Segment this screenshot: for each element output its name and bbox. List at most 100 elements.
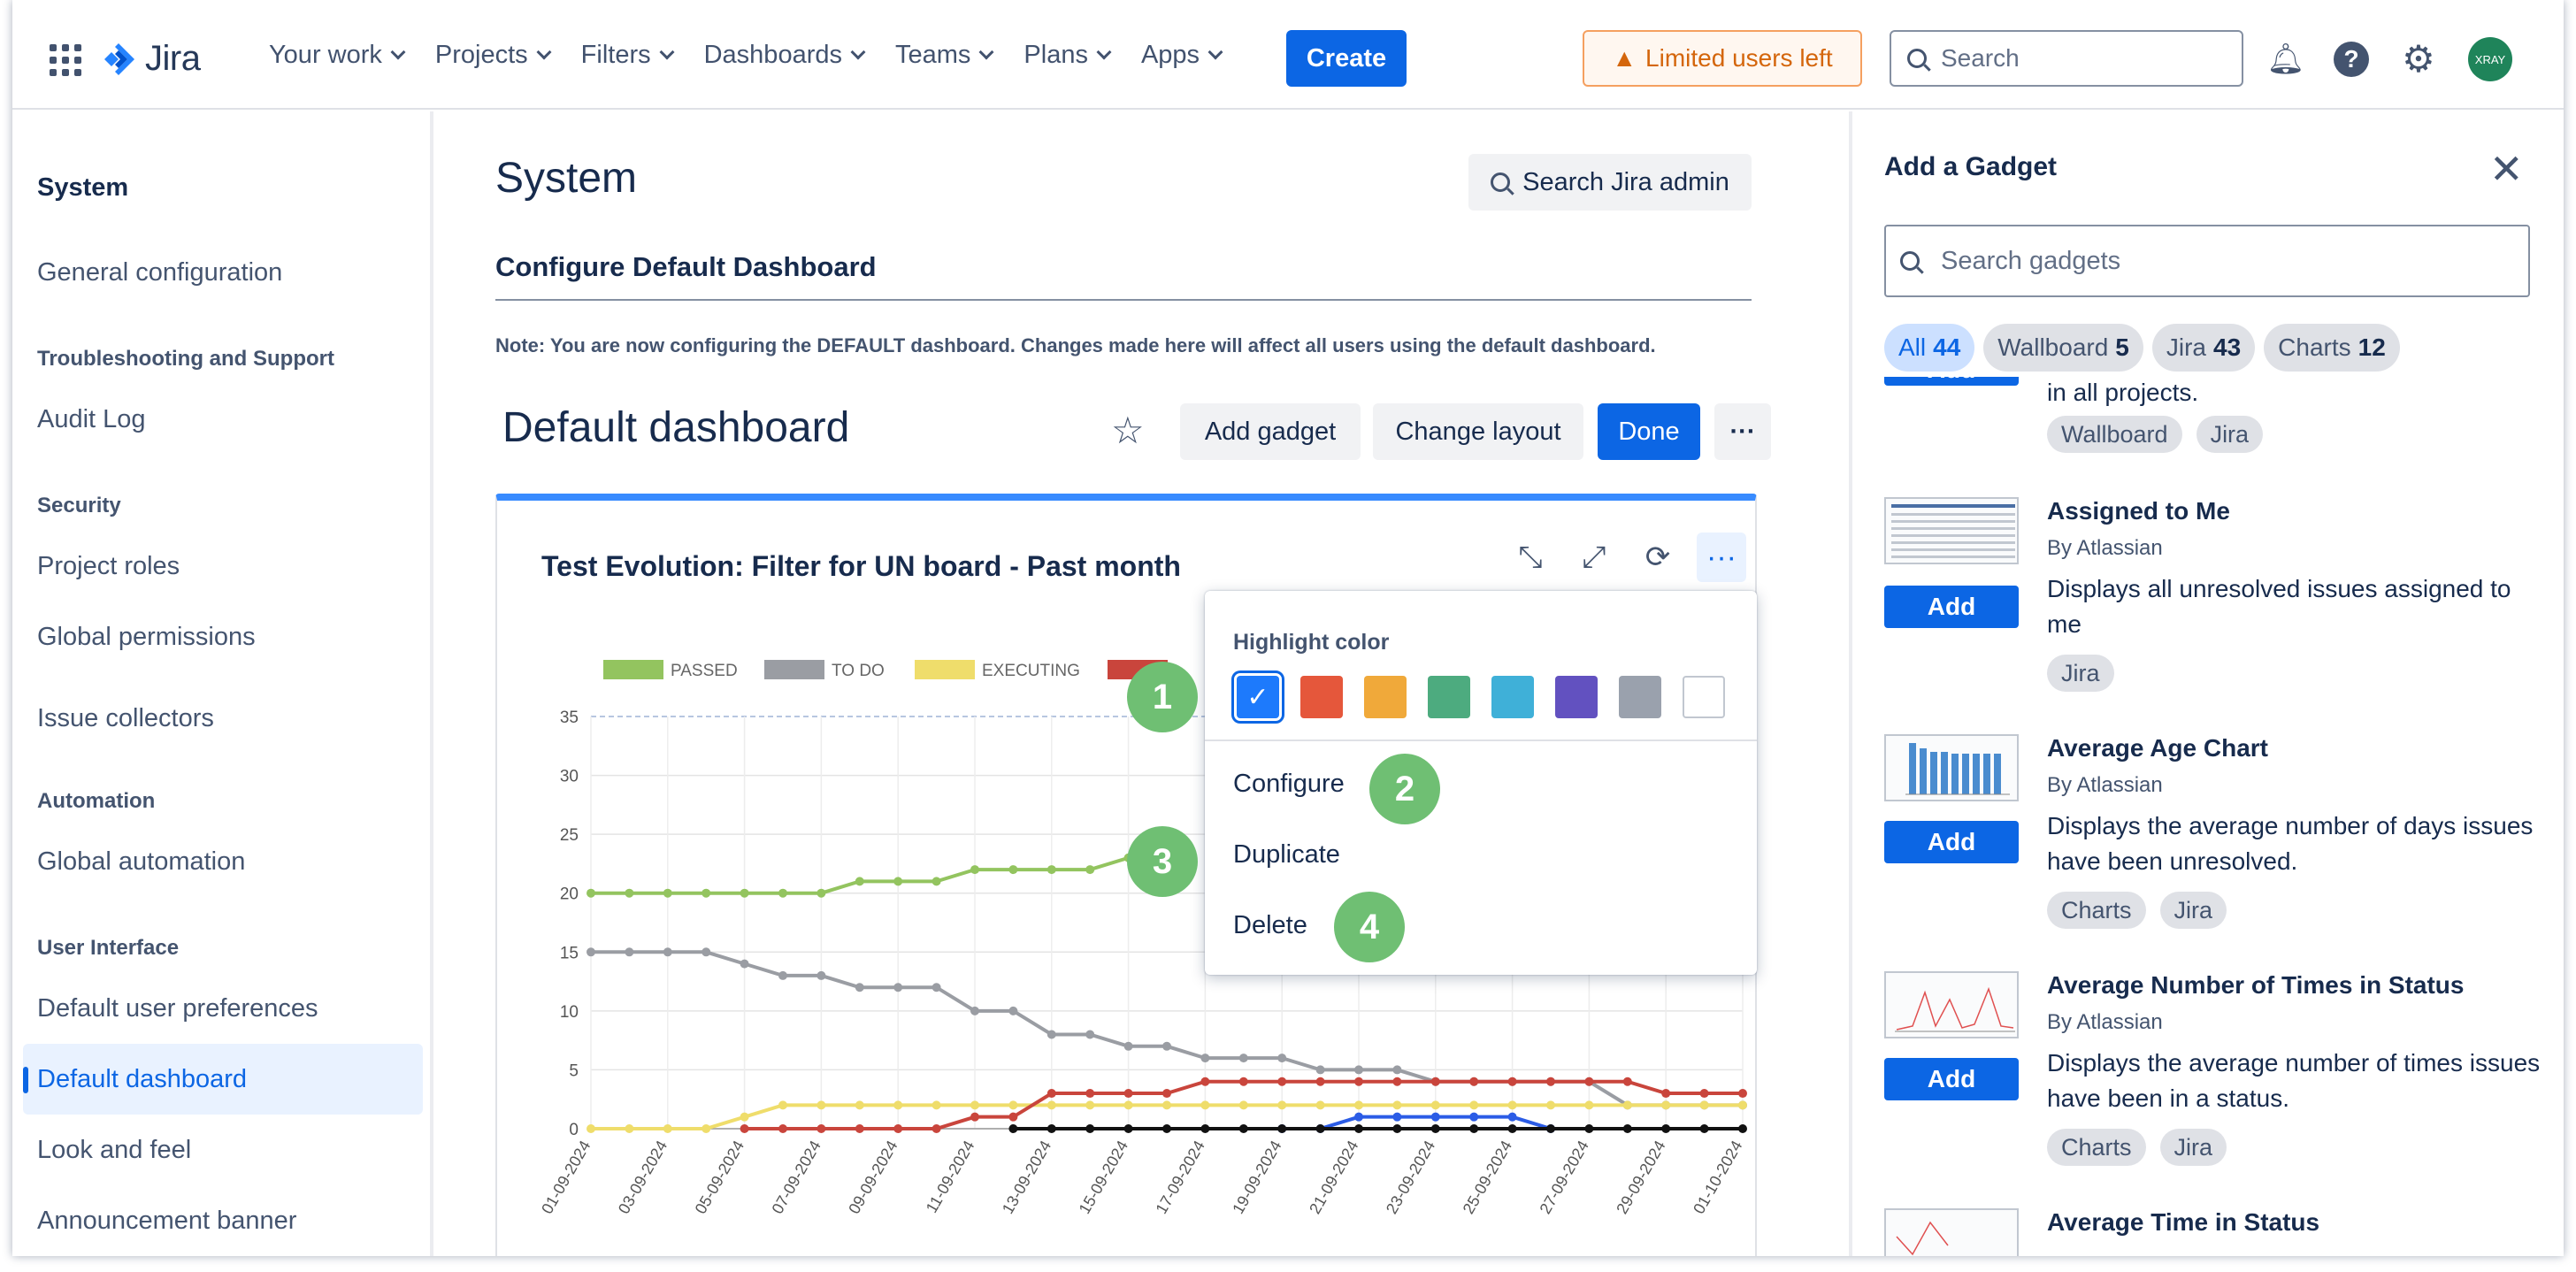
x-tick-label: 29-09-2024 [1613, 1138, 1668, 1217]
notifications-icon[interactable]: 🔔︎ [2266, 40, 2304, 79]
nav-dashboards[interactable]: Dashboards [692, 35, 876, 75]
data-point [663, 1124, 672, 1133]
star-icon[interactable]: ☆ [1111, 409, 1145, 452]
color-swatch[interactable] [1555, 676, 1598, 718]
change-layout-button[interactable]: Change layout [1373, 403, 1583, 460]
settings-gear-icon[interactable]: ⚙ [2399, 40, 2438, 79]
search-jira-admin-button[interactable]: Search Jira admin [1468, 154, 1752, 211]
line-chart-preview-image [1895, 986, 2015, 1032]
gadget-options-menu: Highlight color ✓ Configure Duplicate De… [1205, 591, 1757, 975]
gadget-description: Displays the average number of times iss… [2047, 1049, 2541, 1112]
add-button[interactable]: Add [1884, 1058, 2019, 1100]
data-point [663, 888, 672, 898]
data-point [932, 1124, 941, 1133]
data-point [855, 1124, 864, 1133]
gadget-thumbnail [1884, 1208, 2019, 1256]
color-swatch[interactable] [1364, 676, 1407, 718]
data-point [1277, 1077, 1287, 1086]
nav-apps[interactable]: Apps [1129, 35, 1233, 75]
data-point [1315, 1124, 1325, 1133]
y-tick-label: 30 [560, 768, 579, 786]
y-tick-label: 15 [560, 944, 579, 962]
sidebar-title: System [37, 173, 129, 202]
data-point [1238, 1124, 1248, 1133]
done-button[interactable]: Done [1598, 403, 1700, 460]
legend-label: EXECUTING [982, 662, 1080, 680]
nav-plans[interactable]: Plans [1011, 35, 1122, 75]
gadget-author: By Atlassian [2047, 536, 2163, 560]
sidebar-item-general-configuration[interactable]: General configuration [23, 237, 423, 308]
data-point [1661, 1100, 1671, 1110]
data-point [778, 1124, 787, 1133]
data-point [893, 983, 903, 992]
tab-all[interactable]: All 44 [1884, 324, 1975, 372]
help-icon[interactable]: ? [2334, 42, 2369, 77]
data-point [816, 970, 826, 980]
tab-wallboard[interactable]: Wallboard 5 [1983, 324, 2143, 372]
sidebar-heading-security: Security [37, 494, 121, 517]
close-icon[interactable]: ✕ [2489, 145, 2524, 193]
legend-label: TO DO [832, 662, 885, 680]
color-swatch[interactable] [1491, 676, 1534, 718]
data-point [1507, 1124, 1517, 1133]
data-point [740, 888, 749, 898]
gadget-description: Displays the average number of days issu… [2047, 812, 2534, 875]
data-point [740, 1112, 749, 1122]
nav-filters[interactable]: Filters [569, 35, 685, 75]
limited-users-button[interactable]: ▲ Limited users left [1583, 30, 1862, 87]
sidebar-item-audit-log[interactable]: Audit Log [23, 384, 423, 455]
sidebar-item-announcement-banner[interactable]: Announcement banner [23, 1185, 423, 1256]
data-point [893, 877, 903, 886]
sidebar-item-global-permissions[interactable]: Global permissions [23, 602, 423, 672]
add-button[interactable]: Add [1884, 377, 2019, 386]
nav-projects[interactable]: Projects [423, 35, 562, 75]
app-switcher-icon[interactable] [50, 44, 81, 76]
color-swatch[interactable] [1300, 676, 1343, 718]
nav-label: Filters [580, 41, 651, 69]
add-button[interactable]: Add [1884, 821, 2019, 863]
nav-label: Teams [894, 41, 971, 69]
tab-label: Wallboard [1997, 333, 2109, 361]
sidebar: System General configuration Troubleshoo… [12, 111, 433, 1256]
add-button[interactable]: Add [1884, 586, 2019, 628]
sidebar-item-default-dashboard[interactable]: Default dashboard [23, 1044, 423, 1115]
data-point [970, 1100, 979, 1110]
avatar[interactable]: XRAY [2468, 37, 2512, 81]
search-gadgets-placeholder: Search gadgets [1941, 246, 2121, 275]
color-swatch[interactable] [1683, 676, 1725, 718]
color-swatch[interactable] [1428, 676, 1470, 718]
global-search-input[interactable]: Search [1890, 30, 2243, 87]
warning-icon: ▲ [1612, 44, 1637, 72]
search-icon [1907, 49, 1927, 68]
tab-charts[interactable]: Charts 12 [2264, 324, 2400, 372]
data-point [1738, 1089, 1747, 1099]
sidebar-item-issue-collectors[interactable]: Issue collectors [23, 683, 423, 754]
configure-menu-item[interactable]: Configure [1233, 770, 1345, 799]
data-point [1315, 1065, 1325, 1075]
search-gadgets-input[interactable]: Search gadgets [1884, 225, 2530, 297]
data-point [1354, 1077, 1363, 1086]
delete-menu-item[interactable]: Delete [1233, 911, 1307, 940]
data-point [1392, 1112, 1402, 1122]
nav-your-work[interactable]: Your work [257, 35, 416, 75]
sidebar-item-project-roles[interactable]: Project roles [23, 531, 423, 602]
nav-teams[interactable]: Teams [883, 35, 1004, 75]
data-point [1354, 1124, 1363, 1133]
data-point [1738, 1124, 1747, 1133]
sidebar-item-global-automation[interactable]: Global automation [23, 826, 423, 897]
duplicate-menu-item[interactable]: Duplicate [1233, 840, 1340, 870]
jira-logo[interactable]: Jira [101, 39, 201, 79]
x-tick-label: 03-09-2024 [615, 1138, 671, 1217]
data-point [1622, 1124, 1632, 1133]
data-point [932, 877, 941, 886]
create-button[interactable]: Create [1286, 30, 1407, 87]
sidebar-item-default-user-preferences[interactable]: Default user preferences [23, 973, 423, 1044]
add-gadget-button[interactable]: Add gadget [1180, 403, 1361, 460]
color-swatch[interactable]: ✓ [1231, 670, 1284, 724]
more-actions-button[interactable]: ··· [1714, 403, 1771, 460]
tab-jira[interactable]: Jira 43 [2151, 324, 2256, 372]
gadget-tags: Jira [2047, 655, 2114, 692]
color-swatch[interactable] [1619, 676, 1661, 718]
sidebar-item-look-and-feel[interactable]: Look and feel [23, 1115, 423, 1185]
line-chart-preview-image [1896, 1221, 1949, 1256]
